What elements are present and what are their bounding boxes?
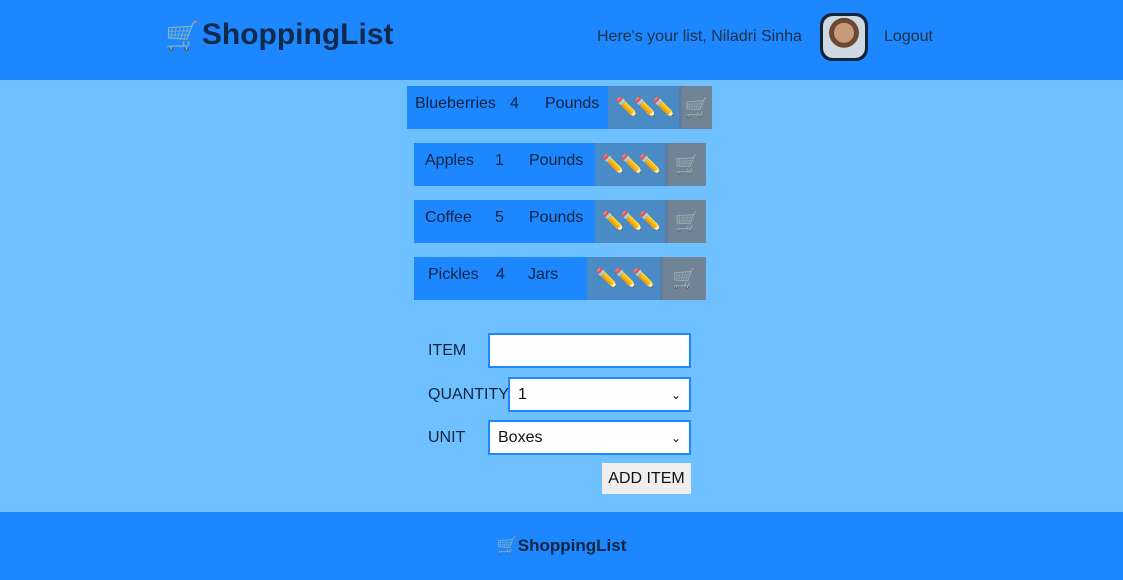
item-quantity: 4: [496, 266, 505, 283]
item-name: Coffee: [425, 209, 472, 226]
item-unit: Pounds: [545, 95, 600, 112]
chevron-down-icon: ⌄: [670, 430, 681, 445]
item-label: ITEM: [428, 342, 467, 359]
item-name: Apples: [425, 152, 474, 169]
footer-brand[interactable]: 🛒 ShoppingList: [497, 536, 627, 556]
remove-cart-icon[interactable]: 🛒: [665, 143, 706, 186]
avatar-image: [823, 16, 865, 58]
cart-icon: 🛒: [165, 19, 200, 51]
item-quantity: 5: [495, 209, 504, 226]
quantity-select[interactable]: 1 ⌄: [508, 377, 691, 412]
remove-cart-icon[interactable]: 🛒: [660, 257, 706, 300]
cart-icon: 🛒: [496, 536, 518, 555]
logout-link[interactable]: Logout: [884, 28, 933, 46]
item-input[interactable]: [488, 333, 691, 368]
unit-selected-value: Boxes: [498, 428, 543, 446]
list-item: Blueberries 4 Pounds ✏️✏️✏️ 🛒: [407, 86, 712, 129]
item-unit: Jars: [528, 266, 559, 283]
brand-logo[interactable]: 🛒 ShoppingList: [165, 18, 394, 52]
header: 🛒 ShoppingList Here's your list, Niladri…: [0, 0, 1123, 80]
footer-brand-name: ShoppingList: [517, 536, 627, 555]
unit-label: UNIT: [428, 429, 466, 446]
item-name: Blueberries: [415, 95, 496, 112]
avatar[interactable]: [820, 13, 868, 61]
list-item: Apples 1 Pounds ✏️✏️✏️ 🛒: [414, 143, 706, 186]
edit-icon[interactable]: ✏️✏️✏️: [587, 257, 660, 300]
list-item: Coffee 5 Pounds ✏️✏️✏️ 🛒: [414, 200, 706, 243]
edit-icon[interactable]: ✏️✏️✏️: [595, 200, 665, 243]
unit-select[interactable]: Boxes ⌄: [488, 420, 691, 455]
item-name: Pickles: [428, 266, 479, 283]
greeting-text: Here's your list, Niladri Sinha: [597, 28, 802, 45]
footer: 🛒 ShoppingList: [0, 512, 1123, 580]
brand-name: ShoppingList: [201, 18, 394, 51]
item-quantity: 4: [510, 95, 519, 112]
edit-icon[interactable]: ✏️✏️✏️: [595, 143, 665, 186]
remove-cart-icon[interactable]: 🛒: [665, 200, 706, 243]
item-unit: Pounds: [529, 209, 584, 226]
item-unit: Pounds: [529, 152, 584, 169]
add-item-button[interactable]: ADD ITEM: [602, 463, 691, 494]
remove-cart-icon[interactable]: 🛒: [679, 86, 712, 129]
chevron-down-icon: ⌄: [670, 387, 681, 402]
list-item: Pickles 4 Jars ✏️✏️✏️ 🛒: [414, 257, 706, 300]
edit-icon[interactable]: ✏️✏️✏️: [608, 86, 679, 129]
quantity-label: QUANTITY: [428, 386, 509, 403]
quantity-selected-value: 1: [518, 385, 527, 403]
item-quantity: 1: [495, 152, 504, 169]
